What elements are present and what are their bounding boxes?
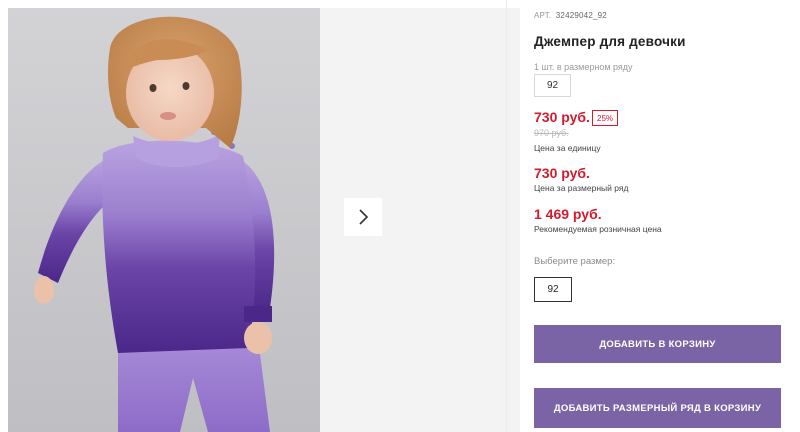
add-to-cart-button[interactable]: Добавить в корзину	[534, 325, 781, 363]
current-price: 730 руб.	[534, 109, 590, 125]
product-info: АРТ. 32429042_92 Джемпер для девочки 1 ш…	[534, 0, 792, 432]
add-size-row-to-cart-button[interactable]: Добавить размерный ряд в корзину	[534, 388, 781, 428]
size-row-note: 1 шт. в размерном ряду	[534, 62, 633, 72]
discount-badge: 25%	[592, 110, 619, 126]
retail-price: 1 469 руб.	[534, 206, 602, 222]
product-photo[interactable]	[8, 8, 320, 432]
unit-price-note: Цена за единицу	[534, 143, 601, 153]
gallery-next-button[interactable]	[344, 198, 382, 236]
product-gallery	[8, 8, 520, 432]
size-row-badge: 92	[534, 74, 571, 97]
retail-price-note: Рекомендуемая розничная цена	[534, 224, 662, 234]
size-row-price: 730 руб.	[534, 165, 590, 181]
size-picker-label: Выберите размер:	[534, 256, 616, 267]
product-title: Джемпер для девочки	[534, 34, 686, 49]
old-price: 970 руб.	[534, 128, 569, 138]
sku-label: АРТ.	[534, 11, 552, 20]
size-option-button[interactable]: 92	[534, 277, 572, 302]
chevron-right-icon	[359, 209, 369, 225]
product-image	[8, 8, 320, 432]
sku-value: 32429042_92	[555, 11, 607, 20]
size-row-price-note: Цена за размерный ряд	[534, 183, 629, 193]
sku: АРТ. 32429042_92	[534, 11, 607, 20]
section-divider	[506, 0, 507, 432]
